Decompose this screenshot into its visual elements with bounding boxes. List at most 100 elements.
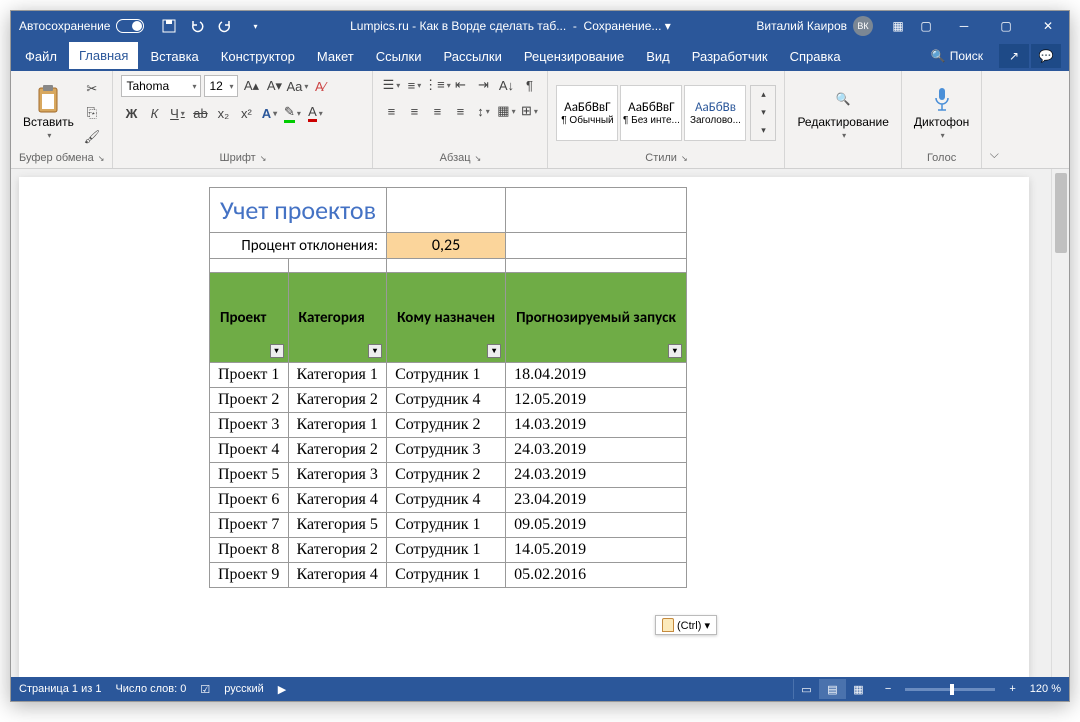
table-row[interactable]: Проект 6Категория 4Сотрудник 423.04.2019: [210, 488, 687, 513]
search-box[interactable]: 🔍 Поиск: [921, 49, 993, 63]
scrollbar-thumb[interactable]: [1055, 173, 1067, 253]
table-cell[interactable]: Сотрудник 1: [387, 513, 506, 538]
style-heading1[interactable]: АаБбВвЗаголово...: [684, 85, 746, 141]
table-cell[interactable]: 24.03.2019: [506, 438, 687, 463]
justify-icon[interactable]: ≡: [450, 101, 470, 121]
tab-mailings[interactable]: Рассылки: [433, 43, 511, 70]
italic-button[interactable]: К: [144, 103, 164, 123]
change-case-icon[interactable]: Aa▾: [287, 76, 307, 96]
tab-review[interactable]: Рецензирование: [514, 43, 634, 70]
close-button[interactable]: ✕: [1027, 11, 1069, 41]
tab-home[interactable]: Главная: [69, 42, 138, 71]
undo-icon[interactable]: [188, 17, 206, 35]
tab-insert[interactable]: Вставка: [140, 43, 208, 70]
font-launcher-icon[interactable]: ↘: [260, 154, 267, 163]
table-cell[interactable]: 18.04.2019: [506, 363, 687, 388]
table-cell[interactable]: 12.05.2019: [506, 388, 687, 413]
page-scroll[interactable]: Учет проектов Процент отклонения: 0,25 П…: [11, 169, 1051, 677]
table-row[interactable]: Проект 4Категория 2Сотрудник 324.03.2019: [210, 438, 687, 463]
editing-button[interactable]: 🔍 Редактирование ▾: [793, 83, 892, 142]
tab-file[interactable]: Файл: [15, 43, 67, 70]
pct-label[interactable]: Процент отклонения:: [210, 233, 387, 259]
zoom-out-icon[interactable]: −: [885, 683, 891, 695]
table-cell[interactable]: Сотрудник 4: [387, 488, 506, 513]
table-cell[interactable]: Сотрудник 2: [387, 413, 506, 438]
table-cell[interactable]: 09.05.2019: [506, 513, 687, 538]
filter-icon[interactable]: ▾: [270, 344, 284, 358]
table-cell[interactable]: Категория 1: [288, 363, 387, 388]
print-layout-icon[interactable]: ▤: [819, 679, 845, 699]
table-cell[interactable]: 14.03.2019: [506, 413, 687, 438]
table-cell[interactable]: Проект 8: [210, 538, 289, 563]
table-cell[interactable]: 05.02.2016: [506, 563, 687, 588]
decrease-indent-icon[interactable]: ⇤: [450, 75, 470, 95]
table-cell[interactable]: 23.04.2019: [506, 488, 687, 513]
user-account[interactable]: Виталий Каиров ВК: [748, 16, 881, 36]
shading-icon[interactable]: ▦▾: [496, 101, 516, 121]
qat-dropdown-icon[interactable]: ▾: [246, 17, 264, 35]
table-cell[interactable]: Категория 2: [288, 388, 387, 413]
align-center-icon[interactable]: ≡: [404, 101, 424, 121]
styles-launcher-icon[interactable]: ↘: [681, 154, 688, 163]
table-cell[interactable]: Проект 3: [210, 413, 289, 438]
zoom-slider[interactable]: [905, 688, 995, 691]
word-count[interactable]: Число слов: 0: [115, 683, 186, 695]
spellcheck-icon[interactable]: ☑: [200, 683, 210, 696]
table-title[interactable]: Учет проектов: [210, 188, 387, 233]
zoom-in-icon[interactable]: +: [1009, 683, 1015, 695]
cut-icon[interactable]: ✂: [82, 79, 102, 99]
align-left-icon[interactable]: ≡: [381, 101, 401, 121]
table-cell[interactable]: Сотрудник 1: [387, 538, 506, 563]
tab-view[interactable]: Вид: [636, 43, 680, 70]
line-spacing-icon[interactable]: ↕▾: [473, 101, 493, 121]
table-cell[interactable]: Сотрудник 1: [387, 563, 506, 588]
dictate-button[interactable]: Диктофон ▾: [910, 83, 973, 142]
align-right-icon[interactable]: ≡: [427, 101, 447, 121]
minimize-button[interactable]: ─: [943, 11, 985, 41]
paste-button[interactable]: Вставить ▾: [19, 83, 78, 142]
table-cell[interactable]: Сотрудник 4: [387, 388, 506, 413]
font-name-combo[interactable]: Tahoma▾: [121, 75, 201, 97]
tab-references[interactable]: Ссылки: [366, 43, 432, 70]
table-cell[interactable]: Проект 5: [210, 463, 289, 488]
table-cell[interactable]: Сотрудник 1: [387, 363, 506, 388]
styles-down-icon[interactable]: ▾: [753, 106, 773, 120]
subscript-button[interactable]: x₂: [213, 103, 233, 123]
table-cell[interactable]: Сотрудник 2: [387, 463, 506, 488]
read-mode-icon[interactable]: ▭: [793, 679, 819, 699]
vertical-scrollbar[interactable]: [1051, 169, 1069, 677]
filter-icon[interactable]: ▾: [668, 344, 682, 358]
table-cell[interactable]: Проект 2: [210, 388, 289, 413]
paragraph-launcher-icon[interactable]: ↘: [475, 154, 482, 163]
styles-more-icon[interactable]: ▾: [753, 124, 773, 138]
collapse-ribbon-icon[interactable]: ⌵: [982, 71, 1006, 168]
hdr-category[interactable]: Категория▾: [288, 273, 387, 363]
bold-button[interactable]: Ж: [121, 103, 141, 123]
web-layout-icon[interactable]: ▦: [845, 679, 871, 699]
toggle-switch[interactable]: [116, 19, 144, 33]
styles-gallery[interactable]: АаБбВвГ¶ Обычный АаБбВвГ¶ Без инте... Аа…: [556, 85, 746, 141]
macro-icon[interactable]: ▶: [278, 683, 286, 696]
sort-icon[interactable]: A↓: [496, 75, 516, 95]
hdr-launch[interactable]: Прогнозируемый запуск▾: [506, 273, 687, 363]
filter-icon[interactable]: ▾: [487, 344, 501, 358]
save-icon[interactable]: [160, 17, 178, 35]
table-cell[interactable]: Проект 4: [210, 438, 289, 463]
text-effects-icon[interactable]: A▾: [259, 103, 279, 123]
table-cell[interactable]: 14.05.2019: [506, 538, 687, 563]
borders-icon[interactable]: ⊞▾: [519, 101, 539, 121]
underline-button[interactable]: Ч▾: [167, 103, 187, 123]
page-indicator[interactable]: Страница 1 из 1: [19, 683, 101, 695]
table-row[interactable]: Проект 7Категория 5Сотрудник 109.05.2019: [210, 513, 687, 538]
font-size-combo[interactable]: 12▾: [204, 75, 238, 97]
paste-options-tag[interactable]: (Ctrl) ▾: [655, 615, 717, 635]
language-indicator[interactable]: русский: [224, 683, 263, 695]
table-row[interactable]: Проект 3Категория 1Сотрудник 214.03.2019: [210, 413, 687, 438]
table-cell[interactable]: 24.03.2019: [506, 463, 687, 488]
increase-indent-icon[interactable]: ⇥: [473, 75, 493, 95]
ribbon-options-icon[interactable]: ▦: [889, 17, 907, 35]
shrink-font-icon[interactable]: A▾: [264, 76, 284, 96]
grow-font-icon[interactable]: A▴: [241, 76, 261, 96]
table-row[interactable]: Проект 2Категория 2Сотрудник 412.05.2019: [210, 388, 687, 413]
table-cell[interactable]: Категория 5: [288, 513, 387, 538]
